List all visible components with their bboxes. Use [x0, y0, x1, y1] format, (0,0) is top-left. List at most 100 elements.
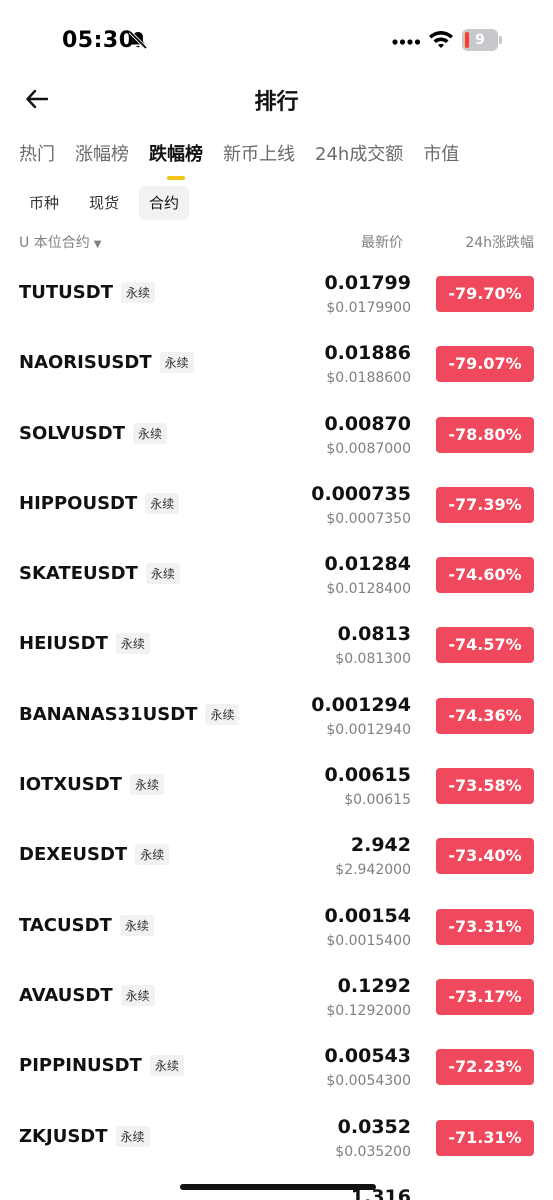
list-item[interactable]: PIPPINUSDT 永续 0.00543 $0.0054300 -72.23% — [0, 1033, 553, 1103]
symbol: HIPPOUSDT — [19, 492, 138, 514]
change-badge[interactable]: -78.80% — [436, 416, 534, 453]
battery-icon: 9 — [462, 29, 502, 51]
symbol: DEXEUSDT — [19, 844, 128, 866]
perpetual-tag: 永续 — [159, 352, 194, 374]
symbol: TACUSDT — [19, 914, 112, 936]
tab-gainers[interactable]: 涨幅榜 — [75, 140, 129, 180]
symbol: SKATEUSDT — [19, 563, 138, 585]
price: 0.000735 — [311, 482, 411, 505]
price-usd: $0.081300 — [335, 651, 411, 668]
tab-losers[interactable]: 跌幅榜 — [149, 140, 203, 180]
subtab-futures[interactable]: 合约 — [139, 186, 190, 220]
price: 0.00154 — [324, 904, 411, 927]
perpetual-tag: 永续 — [135, 844, 170, 866]
change-badge[interactable]: -77.39% — [436, 486, 534, 523]
symbol: NAORISUSDT — [19, 352, 152, 374]
price: 0.01799 — [324, 272, 411, 294]
change-badge[interactable]: -74.60% — [436, 557, 534, 594]
price-usd: $0.0054300 — [326, 1073, 411, 1090]
list-item[interactable]: SOLVUSDT 永续 0.00870 $0.0087000 -78.80% — [0, 401, 553, 471]
change-badge[interactable]: -73.40% — [436, 838, 534, 875]
price: 0.00543 — [324, 1045, 411, 1068]
status-bar: 05:30 9 — [0, 0, 553, 80]
price-usd: $0.0188600 — [326, 370, 411, 387]
perpetual-tag: 永续 — [133, 422, 168, 444]
wifi-icon — [429, 31, 453, 48]
price-usd: $0.0087000 — [326, 440, 411, 457]
sub-tabs: 币种 现货 合约 — [19, 186, 199, 220]
change-badge[interactable]: -79.70% — [436, 276, 534, 312]
price: 0.1292 — [337, 974, 411, 997]
price: 0.0813 — [337, 623, 411, 646]
symbol: SOLVUSDT — [19, 422, 125, 444]
symbol: HEIUSDT — [19, 633, 108, 655]
tab-hot[interactable]: 热门 — [19, 140, 55, 180]
caret-down-icon: ▼ — [93, 239, 102, 250]
list-item[interactable]: NAORISUSDT 永续 0.01886 $0.0188600 -79.07% — [0, 330, 553, 400]
list-item[interactable]: BANANAS31USDT 永续 0.001294 $0.0012940 -74.… — [0, 682, 553, 752]
list-item[interactable]: SKATEUSDT 永续 0.01284 $0.0128400 -74.60% — [0, 541, 553, 611]
list-item[interactable]: HIPPOUSDT 永续 0.000735 $0.0007350 -77.39% — [0, 471, 553, 541]
symbol: IOTXUSDT — [19, 774, 122, 796]
tab-new-listings[interactable]: 新币上线 — [223, 140, 295, 180]
change-24h-column[interactable]: 24h涨跌幅 — [465, 232, 534, 252]
header: 排行 — [0, 76, 553, 122]
page-title: 排行 — [254, 90, 299, 115]
perpetual-tag: 永续 — [145, 563, 180, 585]
status-time: 05:30 — [62, 28, 135, 53]
price-usd: $0.0007350 — [326, 510, 411, 527]
perpetual-tag: 永续 — [129, 774, 164, 796]
perpetual-tag: 永续 — [115, 1125, 150, 1147]
latest-price-column[interactable]: 最新价 — [361, 232, 403, 252]
list-item[interactable]: ZKJUSDT 永续 0.0352 $0.035200 -71.31% — [0, 1104, 553, 1174]
change-badge[interactable]: -74.36% — [436, 697, 534, 734]
price: 0.00870 — [324, 412, 411, 435]
signal-icon — [392, 39, 420, 45]
price-usd: $0.00615 — [344, 792, 411, 809]
tab-24h-volume[interactable]: 24h成交额 — [315, 140, 403, 180]
price: 0.0352 — [337, 1115, 411, 1138]
subtab-spot[interactable]: 现货 — [79, 186, 129, 220]
list-item[interactable]: TACUSDT 永续 0.00154 $0.0015400 -73.31% — [0, 893, 553, 963]
main-tabs: 热门 涨幅榜 跌幅榜 新币上线 24h成交额 市值 — [19, 140, 479, 180]
list-item[interactable]: TUTUSDT 永续 0.01799 $0.0179900 -79.70% — [0, 260, 553, 330]
column-header: U 本位合约 ▼ 最新价 24h涨跌幅 — [0, 230, 553, 254]
price-usd: $0.0128400 — [326, 581, 411, 598]
price-usd: $0.0179900 — [326, 300, 411, 316]
symbol: ZKJUSDT — [19, 1125, 108, 1147]
list-item[interactable]: HEIUSDT 永续 0.0813 $0.081300 -74.57% — [0, 611, 553, 681]
tab-market-cap[interactable]: 市值 — [423, 140, 459, 180]
price-usd: $0.0012940 — [326, 721, 411, 738]
home-indicator[interactable] — [180, 1184, 376, 1190]
perpetual-tag: 永续 — [120, 984, 155, 1006]
bell-slash-icon — [128, 30, 148, 50]
perpetual-tag: 永续 — [119, 914, 154, 936]
price: 0.01886 — [324, 342, 411, 365]
change-badge[interactable]: -71.31% — [436, 1119, 534, 1156]
price: 0.00615 — [324, 764, 411, 787]
change-badge[interactable]: -72.23% — [436, 1049, 534, 1086]
list-item[interactable]: IOTXUSDT 永续 0.00615 $0.00615 -73.58% — [0, 752, 553, 822]
symbol: PIPPINUSDT — [19, 1055, 142, 1077]
price-usd: $0.0015400 — [326, 932, 411, 949]
subtab-coin[interactable]: 币种 — [19, 186, 69, 220]
change-badge[interactable]: -74.57% — [436, 627, 534, 664]
change-badge[interactable]: -73.17% — [436, 978, 534, 1015]
battery-level: 9 — [475, 32, 485, 48]
symbol: AVAUSDT — [19, 984, 113, 1006]
list-item[interactable]: DEXEUSDT 永续 2.942 $2.942000 -73.40% — [0, 822, 553, 892]
ranking-list: TUTUSDT 永续 0.01799 $0.0179900 -79.70% NAO… — [0, 260, 553, 1200]
change-badge[interactable]: -73.58% — [436, 768, 534, 805]
price-usd: $0.1292000 — [326, 1002, 411, 1019]
perpetual-tag: 永续 — [115, 633, 150, 655]
price: 0.01284 — [324, 553, 411, 576]
perpetual-tag: 永续 — [145, 492, 180, 514]
change-badge[interactable]: -73.31% — [436, 908, 534, 945]
price: 0.001294 — [311, 693, 411, 716]
perpetual-tag: 永续 — [205, 703, 240, 725]
change-badge[interactable]: -79.07% — [436, 346, 534, 383]
symbol: TUTUSDT — [19, 282, 113, 303]
contract-filter-dropdown[interactable]: U 本位合约 ▼ — [19, 232, 101, 252]
price-usd: $0.035200 — [335, 1143, 411, 1160]
list-item[interactable]: AVAUSDT 永续 0.1292 $0.1292000 -73.17% — [0, 963, 553, 1033]
